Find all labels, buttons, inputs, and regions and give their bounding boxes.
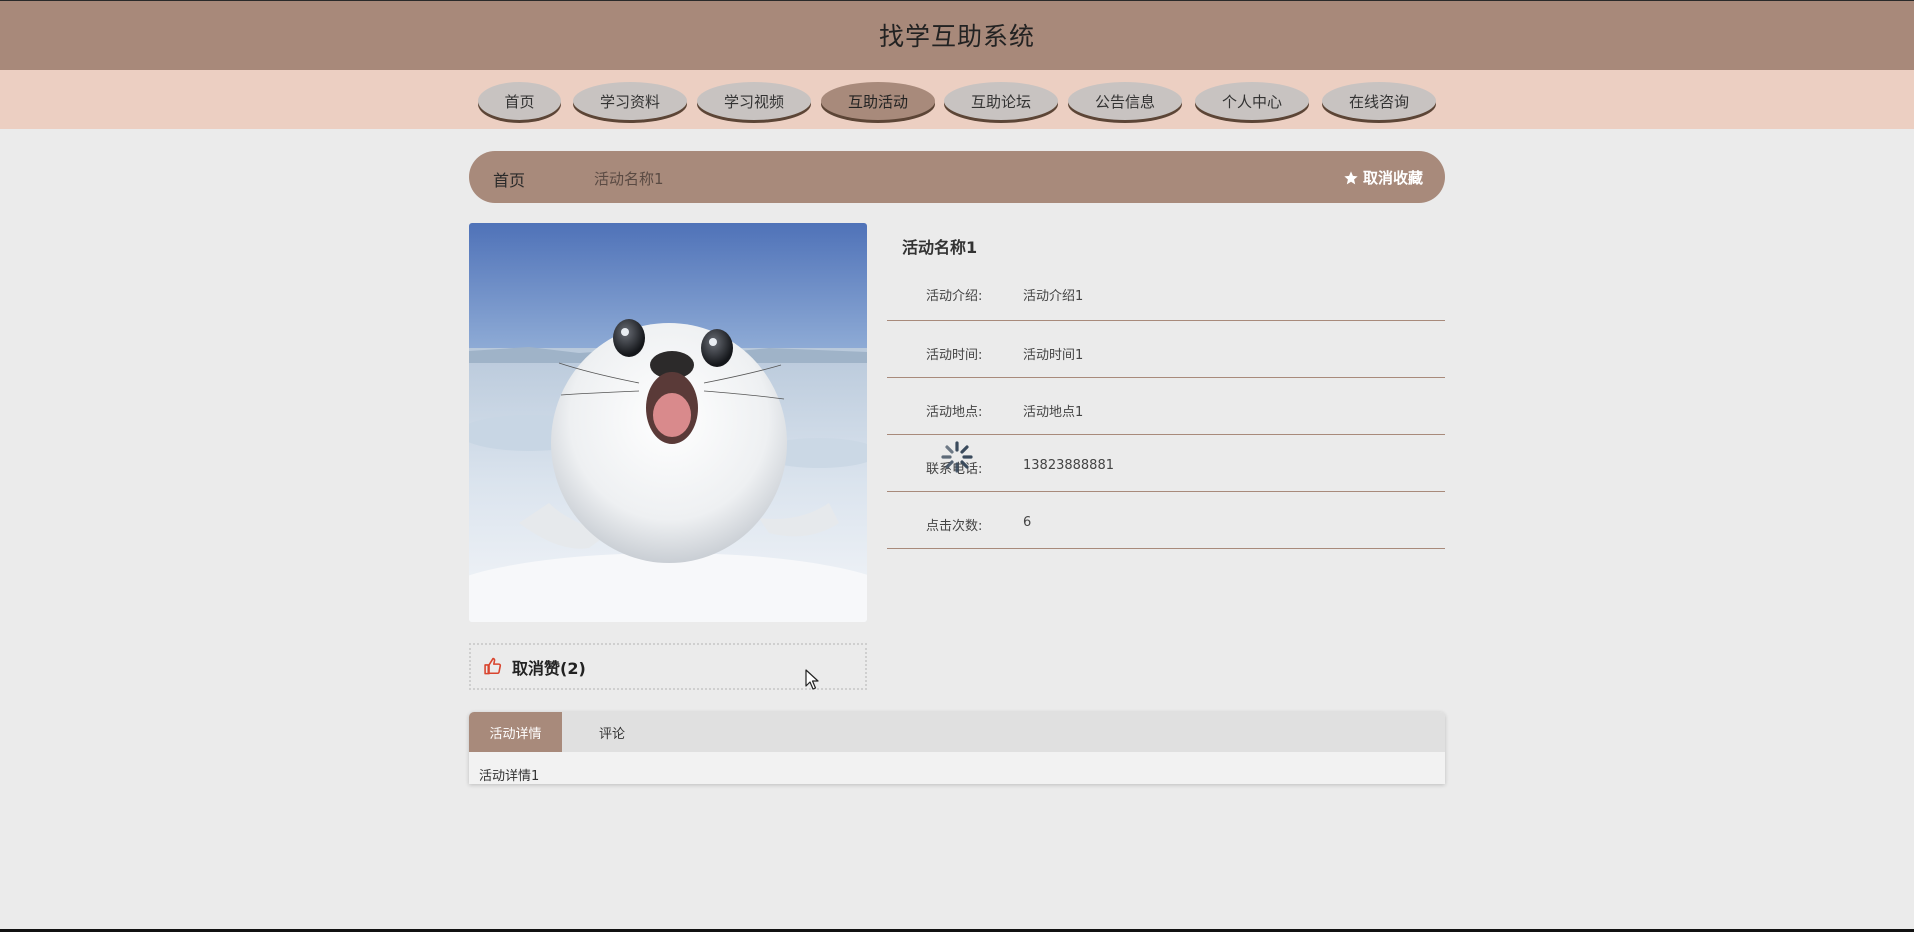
nav-item-personal-center[interactable]: 个人中心 [1195, 82, 1309, 120]
info-row-time: 活动时间: 活动时间1 [887, 321, 1445, 378]
breadcrumb: 首页 活动名称1 取消收藏 [469, 151, 1445, 203]
info-row-intro: 活动介绍: 活动介绍1 [887, 223, 1445, 321]
mouse-cursor-icon [805, 669, 819, 695]
nav-item-online-consult[interactable]: 在线咨询 [1322, 82, 1436, 120]
nav-item-forum[interactable]: 互助论坛 [944, 82, 1058, 120]
info-row-clicks: 点击次数: 6 [887, 492, 1445, 549]
field-label: 活动地点: [926, 405, 983, 420]
breadcrumb-current: 活动名称1 [594, 170, 664, 188]
field-label: 点击次数: [926, 519, 983, 534]
nav-item-study-videos[interactable]: 学习视频 [697, 82, 811, 120]
tab-comments[interactable]: 评论 [562, 712, 662, 752]
unfavorite-label: 取消收藏 [1362, 169, 1423, 187]
field-label: 活动时间: [926, 348, 983, 363]
thumbs-up-icon [484, 657, 502, 675]
tab-activity-details[interactable]: 活动详情 [469, 712, 562, 752]
unfavorite-button[interactable]: 取消收藏 [1343, 167, 1423, 188]
breadcrumb-home-link[interactable]: 首页 [493, 167, 525, 191]
main-nav: 首页 学习资料 学习视频 互助活动 互助论坛 公告信息 个人中心 在线咨询 [0, 70, 1914, 129]
site-title: 找学互助系统 [878, 21, 1035, 51]
field-label: 活动介绍: [926, 289, 983, 304]
star-icon [1344, 170, 1358, 184]
header-bar: 找学互助系统 [0, 0, 1914, 70]
activity-image [469, 223, 867, 622]
field-value: 13823888881 [1023, 458, 1114, 473]
like-label: 取消赞(2) [512, 658, 586, 678]
detail-tabs: 活动详情 评论 活动详情1 [469, 712, 1445, 784]
nav-item-home[interactable]: 首页 [478, 82, 561, 120]
field-value: 活动地点1 [1023, 405, 1084, 420]
nav-item-activities[interactable]: 互助活动 [821, 82, 935, 120]
field-value: 6 [1023, 515, 1032, 530]
field-value: 活动介绍1 [1023, 289, 1084, 304]
nav-item-study-materials[interactable]: 学习资料 [573, 82, 687, 120]
tab-content: 活动详情1 [479, 769, 540, 784]
nav-item-announcements[interactable]: 公告信息 [1068, 82, 1182, 120]
field-value: 活动时间1 [1023, 348, 1084, 363]
info-row-location: 活动地点: 活动地点1 [887, 378, 1445, 435]
tab-strip: 活动详情 评论 [469, 712, 1445, 752]
loading-spinner-icon [940, 440, 974, 478]
seal-photo [469, 223, 867, 622]
